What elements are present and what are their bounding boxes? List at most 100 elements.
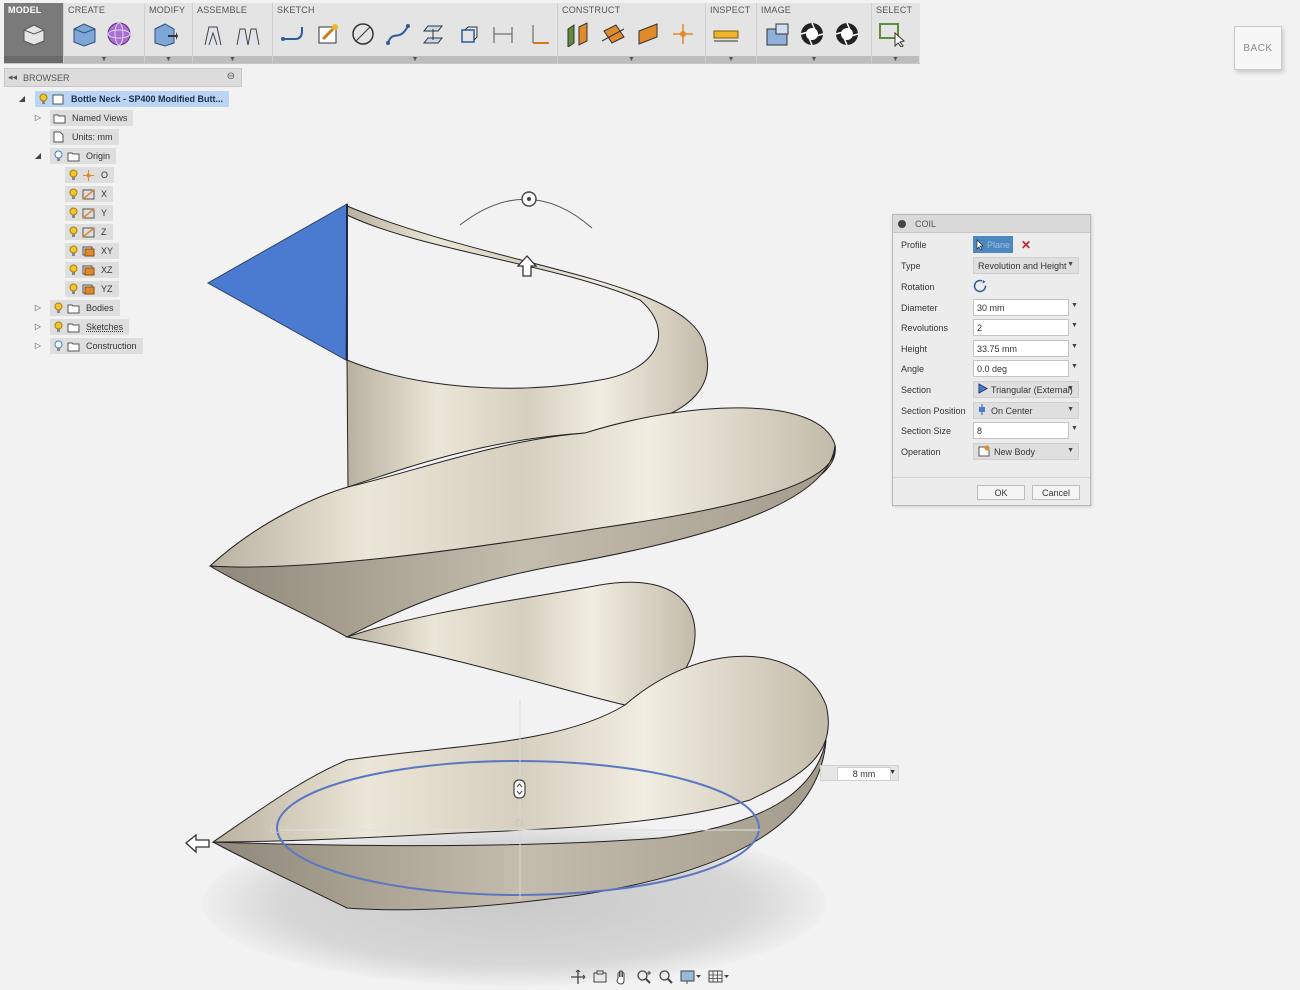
visibility-bulb-icon[interactable] [53, 321, 63, 333]
collapse-dialog-icon[interactable] [898, 219, 906, 228]
chevron-down-icon[interactable]: ▼ [1071, 322, 1078, 329]
visibility-bulb-icon[interactable] [53, 302, 63, 314]
tree-item-named-views[interactable]: ▷ Named Views [33, 110, 134, 126]
tree-item-construction[interactable]: ▷ Construction [33, 338, 143, 354]
visibility-bulb-icon[interactable] [68, 169, 78, 181]
select-icon[interactable] [878, 19, 906, 49]
render-gallery-icon[interactable] [833, 19, 861, 49]
section-size-input[interactable]: 8 [973, 422, 1069, 439]
scene-settings-icon[interactable] [763, 19, 791, 49]
height-row: Height 33.75 mm ▼ [893, 340, 1090, 358]
visibility-bulb-icon[interactable] [68, 226, 78, 238]
section-select[interactable]: Triangular (External) ▼ [973, 381, 1079, 398]
collapse-icon[interactable]: ◢ [33, 151, 43, 161]
offset-icon[interactable] [454, 19, 482, 49]
tree-item-origin-point[interactable]: O [65, 167, 115, 183]
height-input[interactable]: 33.75 mm [973, 340, 1069, 357]
tree-item-z-axis[interactable]: Z [65, 224, 113, 240]
tree-root-row[interactable]: ◢ Bottle Neck - SP400 Modified Butt... [17, 91, 230, 107]
type-select[interactable]: Revolution and Height ▼ [973, 257, 1079, 274]
section-size-floating-input[interactable]: 8 mm ▼ [820, 765, 899, 781]
zoom-icon[interactable] [636, 969, 652, 985]
orbit-icon[interactable] [570, 969, 586, 985]
visibility-bulb-icon[interactable] [68, 207, 78, 219]
minimize-icon[interactable]: ⊖ [227, 71, 235, 82]
tree-item-yz-plane[interactable]: YZ [65, 281, 119, 297]
tree-item-bodies[interactable]: ▷ Bodies [33, 300, 120, 316]
operation-select[interactable]: New Body ▼ [973, 443, 1079, 460]
tree-item-y-axis[interactable]: Y [65, 205, 114, 221]
profile-select-button[interactable]: Plane [973, 236, 1013, 253]
selected-profile-face[interactable] [206, 203, 348, 361]
dimension-icon[interactable] [489, 19, 517, 49]
tree-item-xy-plane[interactable]: XY [65, 243, 120, 259]
diameter-arrow-manipulator[interactable] [184, 833, 210, 854]
pan-icon[interactable] [614, 969, 630, 985]
angle-input[interactable]: 0.0 deg [973, 360, 1069, 377]
visibility-bulb-icon[interactable] [68, 283, 78, 295]
tree-item-origin[interactable]: ◢ Origin [33, 148, 117, 164]
model-viewport[interactable]: 0.00 30.00 [0, 0, 1300, 990]
dialog-title-bar[interactable]: COIL [893, 215, 1090, 233]
tree-root-chip[interactable]: Bottle Neck - SP400 Modified Butt... [35, 91, 230, 107]
point-icon[interactable] [669, 19, 697, 49]
model-workspace-button[interactable]: MODEL [4, 3, 64, 63]
tree-item-units[interactable]: Units: mm [50, 129, 119, 145]
joint-icon[interactable] [199, 19, 227, 49]
display-settings-icon[interactable] [680, 969, 702, 985]
box-icon[interactable] [70, 19, 98, 49]
chevron-down-icon[interactable]: ▼ [1071, 302, 1078, 309]
tree-item-sketches[interactable]: ▷ Sketches [33, 319, 130, 335]
expand-icon[interactable]: ▷ [33, 303, 43, 313]
sphere-icon[interactable] [105, 19, 133, 49]
line-icon[interactable] [279, 19, 307, 49]
expand-icon[interactable]: ▷ [33, 341, 43, 351]
expand-icon[interactable]: ▷ [33, 113, 43, 123]
visibility-bulb-icon[interactable] [68, 264, 78, 276]
view-cube-face[interactable]: BACK [1234, 26, 1282, 70]
visibility-bulb-icon[interactable] [68, 188, 78, 200]
chevron-down-icon[interactable]: ▼ [1071, 363, 1078, 370]
create-sketch-icon[interactable] [314, 19, 342, 49]
view-cube[interactable]: BACK [1230, 22, 1286, 72]
collapse-icon[interactable]: ◢ [17, 94, 27, 104]
cancel-button[interactable]: Cancel [1032, 485, 1080, 500]
height-arrow-manipulator[interactable] [516, 255, 538, 277]
visibility-bulb-icon[interactable] [38, 93, 48, 105]
as-built-joint-icon[interactable] [234, 19, 262, 49]
visibility-bulb-icon[interactable] [53, 340, 63, 352]
rotation-direction-icon[interactable] [973, 279, 987, 295]
plane-at-angle-icon[interactable] [599, 19, 627, 49]
project-icon[interactable] [419, 19, 447, 49]
expand-icon[interactable]: ▷ [33, 322, 43, 332]
grid-settings-icon[interactable] [708, 969, 730, 985]
construct-group: CONSTRUCT ▼ [558, 3, 706, 63]
constraint-icon[interactable] [524, 19, 552, 49]
press-pull-icon[interactable] [151, 19, 179, 49]
spline-icon[interactable] [384, 19, 412, 49]
tree-item-x-axis[interactable]: X [65, 186, 114, 202]
floating-input-value[interactable]: 8 mm [837, 767, 891, 781]
component-icon [52, 94, 65, 105]
chevron-down-icon[interactable]: ▼ [1071, 343, 1078, 350]
chevron-down-icon[interactable]: ▼ [1071, 425, 1078, 432]
browser-header[interactable]: ◂◂ BROWSER ⊖ [4, 68, 242, 87]
offset-plane-icon[interactable] [564, 19, 592, 49]
diameter-input[interactable]: 30 mm [973, 299, 1069, 316]
revolutions-input[interactable]: 2 [973, 319, 1069, 336]
visibility-bulb-icon[interactable] [68, 245, 78, 257]
visibility-bulb-icon[interactable] [53, 150, 63, 162]
midplane-icon[interactable] [634, 19, 662, 49]
measure-icon[interactable] [712, 19, 740, 49]
tree-item-xz-plane[interactable]: XZ [65, 262, 119, 278]
fit-icon[interactable] [658, 969, 674, 985]
circle-icon[interactable] [349, 19, 377, 49]
revolutions-manipulator[interactable] [513, 779, 526, 799]
chevron-down-icon[interactable]: ▼ [889, 769, 896, 776]
look-at-icon[interactable] [592, 969, 608, 985]
ok-button[interactable]: OK [977, 485, 1025, 500]
collapse-browser-icon[interactable]: ◂◂ [8, 72, 17, 83]
clear-selection-icon[interactable]: ✕ [1021, 238, 1031, 252]
render-icon[interactable] [798, 19, 826, 49]
section-position-select[interactable]: On Center ▼ [973, 402, 1079, 419]
